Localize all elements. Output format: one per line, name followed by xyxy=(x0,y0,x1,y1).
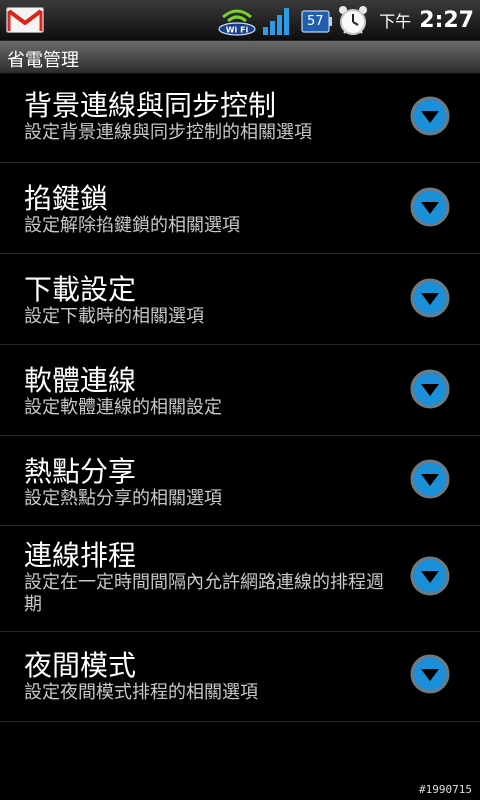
expand-arrow-icon[interactable] xyxy=(410,556,450,596)
setting-connection-schedule[interactable]: 連線排程 設定在一定時間間隔內允許網路連線的排程週期 xyxy=(0,526,480,632)
setting-subtitle: 設定在一定時間間隔內允許網路連線的排程週期 xyxy=(24,572,384,615)
expand-arrow-icon[interactable] xyxy=(410,96,450,136)
status-bar: Wi Fi 57 下午 2:27 xyxy=(0,0,480,41)
setting-download[interactable]: 下載設定 設定下載時的相關選項 xyxy=(0,254,480,345)
setting-subtitle: 設定軟體連線的相關設定 xyxy=(24,397,222,418)
battery-icon: 57 xyxy=(299,3,333,37)
setting-title: 下載設定 xyxy=(24,273,137,306)
setting-title: 熱點分享 xyxy=(24,455,137,488)
expand-arrow-icon[interactable] xyxy=(410,654,450,694)
time-ampm: 下午 xyxy=(379,12,412,31)
expand-arrow-icon[interactable] xyxy=(410,278,450,318)
setting-key-lock[interactable]: 掐鍵鎖 設定解除掐鍵鎖的相關選項 xyxy=(0,163,480,254)
settings-list: 背景連線與同步控制 設定背景連線與同步控制的相關選項 掐鍵鎖 設定解除掐鍵鎖的相… xyxy=(0,74,480,722)
status-icons: Wi Fi 57 下午 2:27 xyxy=(217,0,474,40)
setting-subtitle: 設定背景連線與同步控制的相關選項 xyxy=(24,122,312,143)
battery-level: 57 xyxy=(306,14,324,29)
setting-title: 連線排程 xyxy=(24,539,137,572)
setting-hotspot-sharing[interactable]: 熱點分享 設定熱點分享的相關選項 xyxy=(0,436,480,526)
setting-subtitle: 設定夜間模式排程的相關選項 xyxy=(24,682,258,703)
setting-title: 軟體連線 xyxy=(24,364,137,397)
time-clock: 2:27 xyxy=(419,7,474,33)
wifi-icon: Wi Fi xyxy=(218,9,256,36)
title-bar: 省電管理 xyxy=(0,41,480,74)
expand-arrow-icon[interactable] xyxy=(410,369,450,409)
watermark: #1990715 xyxy=(419,783,472,796)
setting-software-connection[interactable]: 軟體連線 設定軟體連線的相關設定 xyxy=(0,345,480,436)
wifi-label: Wi Fi xyxy=(226,26,249,35)
setting-background-sync[interactable]: 背景連線與同步控制 設定背景連線與同步控制的相關選項 xyxy=(0,74,480,163)
signal-icon xyxy=(263,8,290,35)
setting-title: 夜間模式 xyxy=(24,649,137,682)
alarm-clock-icon xyxy=(339,6,368,35)
setting-subtitle: 設定解除掐鍵鎖的相關選項 xyxy=(24,215,240,236)
setting-subtitle: 設定下載時的相關選項 xyxy=(24,306,204,327)
gmail-icon[interactable] xyxy=(6,7,44,33)
expand-arrow-icon[interactable] xyxy=(410,187,450,227)
setting-night-mode[interactable]: 夜間模式 設定夜間模式排程的相關選項 xyxy=(0,632,480,722)
setting-subtitle: 設定熱點分享的相關選項 xyxy=(24,488,222,509)
page-title: 省電管理 xyxy=(7,50,79,71)
setting-title: 掐鍵鎖 xyxy=(24,182,109,215)
expand-arrow-icon[interactable] xyxy=(410,459,450,499)
setting-title: 背景連線與同步控制 xyxy=(24,89,277,122)
